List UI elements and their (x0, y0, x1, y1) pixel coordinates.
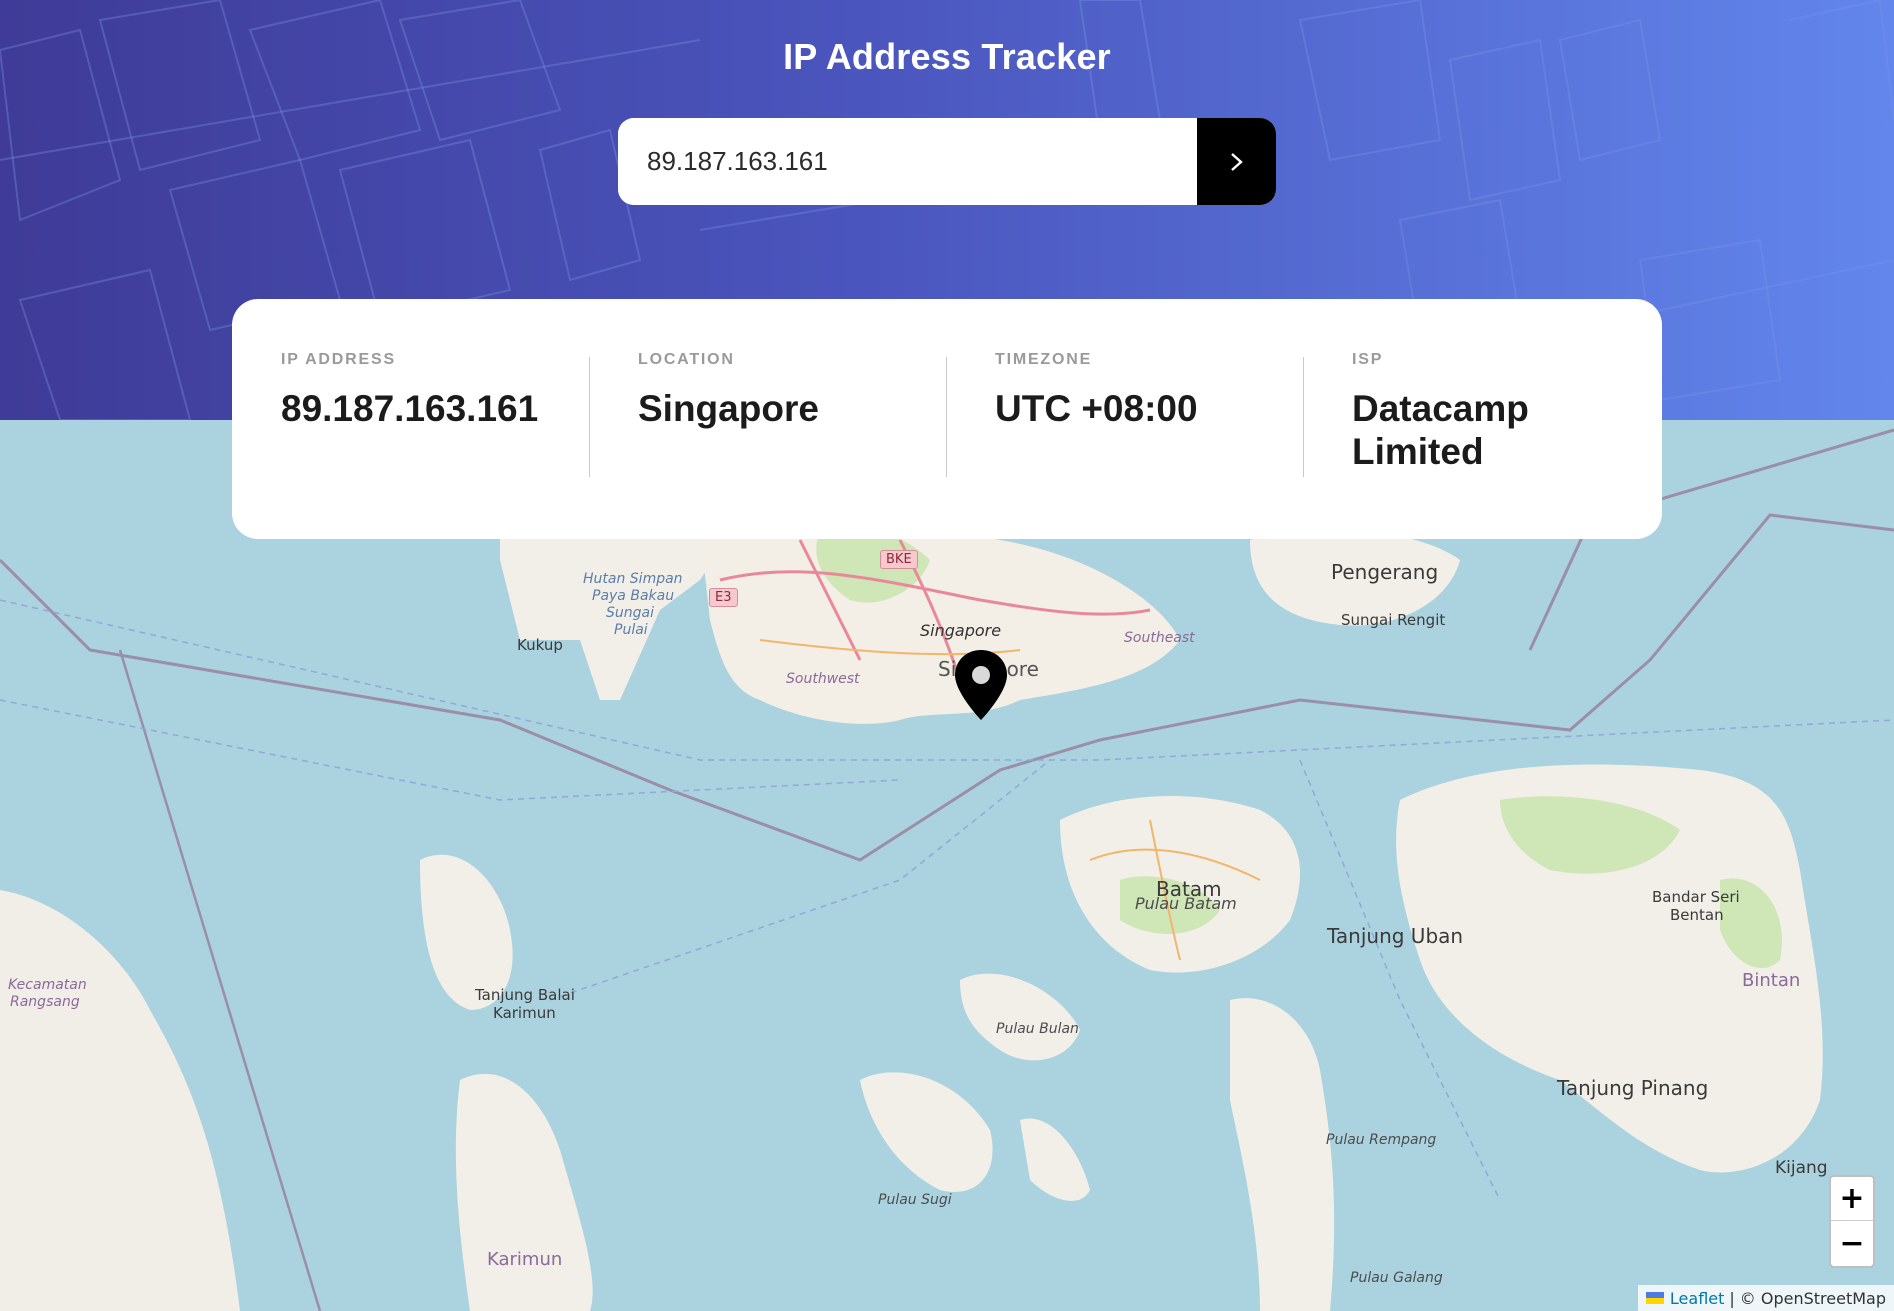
map-attribution: Leaflet | © OpenStreetMap (1637, 1285, 1894, 1311)
map-label-pulau-sugi: Pulau Sugi (878, 1192, 952, 1208)
info-location: LOCATION Singapore (589, 351, 946, 539)
map-label-sungai: Sungai (606, 605, 654, 621)
ip-info-card: IP ADDRESS 89.187.163.161 LOCATION Singa… (232, 299, 1662, 539)
map-label-kecamatan: Kecamatan (8, 977, 87, 993)
info-value: UTC +08:00 (995, 388, 1198, 429)
map-label-pengerang: Pengerang (1331, 560, 1439, 584)
zoom-control: + − (1829, 1175, 1875, 1268)
map-label-kukup: Kukup (517, 636, 563, 654)
ip-search-input[interactable] (618, 118, 1197, 205)
map-label-karimun-town: Karimun (493, 1004, 556, 1022)
map-label-tanjung-uban: Tanjung Uban (1327, 924, 1464, 948)
search-bar (618, 118, 1276, 205)
map-label-bandar-seri: Bandar Seri (1652, 888, 1740, 906)
info-label: LOCATION (638, 351, 735, 368)
app: Hutan Simpan Paya Bakau Sungai Pulai Kuk… (0, 0, 1894, 1311)
road-shield-bke: BKE (880, 550, 918, 569)
map-label-bentan: Bentan (1670, 906, 1724, 924)
map-label-tanjung-balai: Tanjung Balai (475, 986, 575, 1004)
road-shield-e3: E3 (709, 588, 738, 607)
location-marker-icon[interactable] (953, 648, 1009, 722)
map-label-sungai-rengit: Sungai Rengit (1341, 611, 1446, 629)
map-label-southeast: Southeast (1124, 630, 1195, 646)
leaflet-link[interactable]: Leaflet (1670, 1289, 1724, 1308)
info-timezone: TIMEZONE UTC +08:00 (946, 351, 1303, 539)
map-label-pulau-rempang: Pulau Rempang (1326, 1132, 1437, 1148)
map-label-pulau-batam: Pulau Batam (1135, 894, 1237, 913)
info-value: Singapore (638, 388, 819, 429)
osm-attribution: © OpenStreetMap (1739, 1288, 1886, 1308)
map-label-pulai: Pulai (614, 622, 648, 638)
map-label-hutan: Hutan Simpan (583, 571, 683, 587)
info-label: TIMEZONE (995, 351, 1093, 368)
search-submit-button[interactable] (1197, 118, 1276, 205)
info-label: IP ADDRESS (281, 351, 396, 368)
page-title: IP Address Tracker (783, 36, 1111, 77)
map-label-karimun: Karimun (487, 1249, 563, 1270)
ukraine-flag-icon (1645, 1292, 1664, 1304)
map-label-rangsang: Rangsang (10, 994, 80, 1010)
map-label-southwest: Southwest (786, 671, 860, 687)
info-value: 89.187.163.161 (281, 388, 539, 429)
map-label-kijang: Kijang (1775, 1158, 1828, 1178)
map-label-pulau-galang: Pulau Galang (1350, 1270, 1443, 1286)
map-label-singapore: Singapore (920, 621, 1002, 640)
info-isp: ISP Datacamp Limited (1303, 351, 1660, 539)
map-label-tanjung-pinang: Tanjung Pinang (1557, 1076, 1709, 1100)
chevron-right-icon (1230, 152, 1243, 171)
map-label-paya: Paya Bakau (592, 588, 675, 604)
map-label-bintan: Bintan (1742, 970, 1801, 991)
map-label-pulau-bulan: Pulau Bulan (996, 1021, 1079, 1037)
zoom-in-button[interactable]: + (1831, 1177, 1873, 1221)
info-label: ISP (1352, 351, 1384, 368)
zoom-out-button[interactable]: − (1831, 1221, 1873, 1265)
info-value: Datacamp Limited (1352, 388, 1529, 472)
attribution-separator: | (1729, 1288, 1735, 1308)
info-ip-address: IP ADDRESS 89.187.163.161 (232, 351, 589, 539)
